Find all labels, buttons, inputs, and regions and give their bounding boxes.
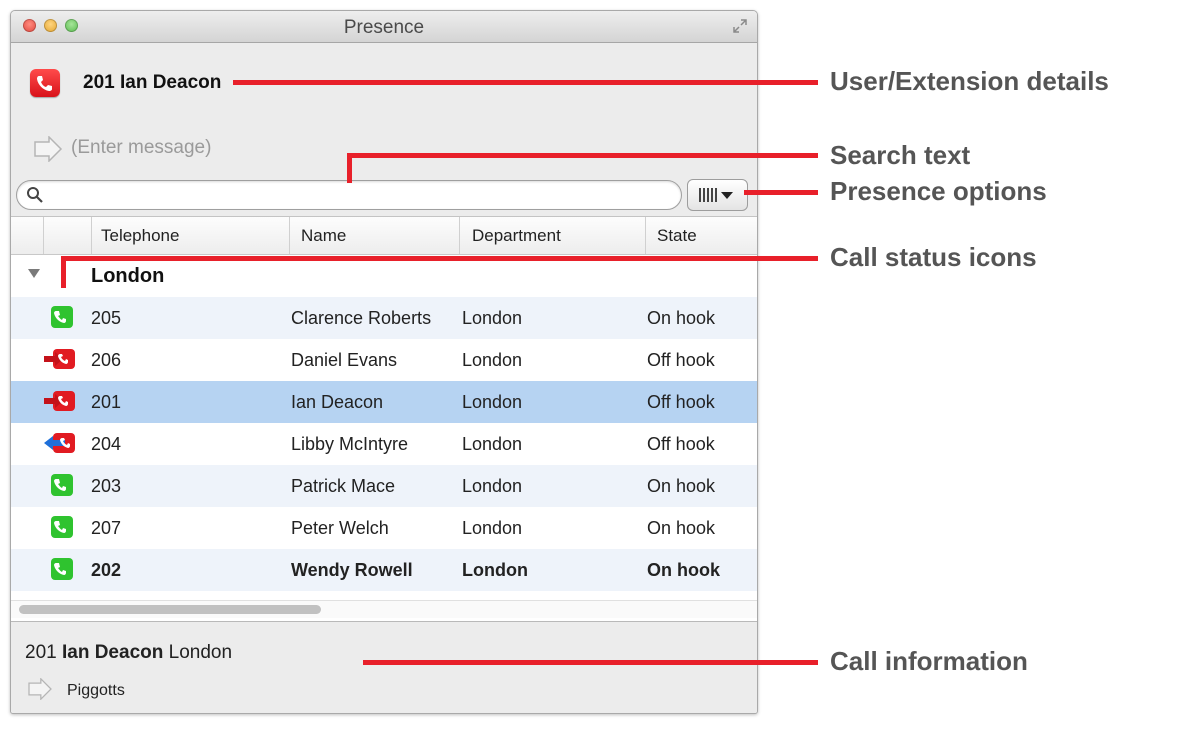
annotation-presence-options: Presence options	[830, 176, 1047, 206]
column-separator[interactable]	[43, 217, 44, 254]
annotation-line-call-information	[363, 660, 818, 665]
table-row[interactable]: 204 Libby McIntyre London Off hook	[11, 423, 757, 465]
green-phone-icon	[51, 558, 73, 580]
column-separator[interactable]	[91, 217, 92, 254]
cell-state: On hook	[647, 518, 716, 538]
cell-state: Off hook	[647, 434, 715, 454]
group-label: London	[91, 265, 165, 287]
table-row[interactable]: 206 Daniel Evans London Off hook	[11, 339, 757, 381]
annotation-line-user-details	[233, 80, 818, 85]
cell-telephone: 201	[91, 392, 122, 412]
cell-telephone: 205	[91, 308, 122, 328]
message-arrow-icon	[34, 136, 63, 162]
green-phone-icon	[51, 474, 73, 496]
window-title: Presence	[343, 17, 425, 38]
presence-window: Presence 201 Ian Deacon (Enter message)	[10, 10, 758, 714]
status-message-field[interactable]: (Enter message)	[71, 137, 211, 159]
cell-telephone: 202	[91, 560, 122, 580]
annotation-line-presence-options	[744, 190, 818, 195]
call-info-extension: 201	[25, 642, 57, 663]
cell-department: London	[462, 350, 523, 370]
call-info-location: London	[168, 642, 233, 663]
search-field[interactable]	[16, 180, 682, 210]
cell-telephone: 203	[91, 476, 122, 496]
table-row[interactable]: 205 Clarence Roberts London On hook	[11, 297, 757, 339]
column-separator[interactable]	[289, 217, 290, 254]
presence-table: Telephone Name Department State London 2…	[11, 216, 757, 622]
call-info-name: Ian Deacon	[61, 642, 164, 663]
call-info-message: Piggotts	[67, 682, 125, 699]
cell-department: London	[462, 392, 523, 412]
green-phone-icon	[51, 516, 73, 538]
red-outgoing-call-icon	[44, 349, 75, 369]
cell-department: London	[462, 308, 523, 328]
annotation-line-call-status	[61, 256, 818, 261]
header-state[interactable]: State	[657, 226, 697, 246]
blue-incoming-call-icon	[44, 433, 75, 453]
search-input[interactable]	[47, 184, 671, 206]
cell-name: Wendy Rowell	[291, 560, 413, 580]
header-name[interactable]: Name	[301, 226, 346, 246]
cell-name: Daniel Evans	[291, 350, 398, 370]
cell-telephone: 204	[91, 434, 122, 454]
cell-telephone: 206	[91, 350, 122, 370]
cell-department: London	[462, 518, 523, 538]
table-row[interactable]: 203 Patrick Mace London On hook	[11, 465, 757, 507]
table-row-selected[interactable]: 201 Ian Deacon London Off hook	[11, 381, 757, 423]
annotation-call-information: Call information	[830, 646, 1028, 676]
fullscreen-icon[interactable]	[733, 19, 747, 33]
cell-name: Libby McIntyre	[291, 434, 409, 454]
disclosure-triangle-icon[interactable]	[28, 269, 40, 278]
column-separator[interactable]	[459, 217, 460, 254]
call-information-panel: 201 Ian Deacon London Piggotts	[11, 621, 757, 713]
column-separator[interactable]	[645, 217, 646, 254]
table-row[interactable]: 207 Peter Welch London On hook	[11, 507, 757, 549]
cell-state: Off hook	[647, 350, 715, 370]
table-row[interactable]: 202 Wendy Rowell London On hook	[11, 549, 757, 591]
annotation-line-search-text	[347, 153, 818, 158]
cell-name: Peter Welch	[291, 518, 389, 538]
cell-state: On hook	[647, 308, 716, 328]
title-bar[interactable]: Presence	[11, 11, 757, 43]
horizontal-scrollbar[interactable]	[11, 600, 757, 618]
user-phone-status-icon	[30, 69, 60, 97]
cell-department: London	[462, 476, 523, 496]
cell-telephone: 207	[91, 518, 122, 538]
group-row-london[interactable]: London	[11, 255, 757, 297]
scrollbar-thumb[interactable]	[19, 605, 321, 614]
call-info-line: 201 Ian Deacon London	[25, 642, 232, 664]
cell-name: Patrick Mace	[291, 476, 396, 496]
header-telephone[interactable]: Telephone	[101, 226, 179, 246]
cell-name: Clarence Roberts	[291, 308, 432, 328]
columns-dropdown-icon	[699, 188, 733, 202]
search-icon	[27, 187, 43, 203]
header-department[interactable]: Department	[472, 226, 561, 246]
annotation-user-details: User/Extension details	[830, 66, 1109, 96]
message-arrow-icon	[28, 678, 52, 700]
table-header: Telephone Name Department State	[11, 217, 757, 255]
annotation-call-status-icons: Call status icons	[830, 242, 1037, 272]
presence-options-button[interactable]	[687, 179, 748, 211]
cell-department: London	[462, 560, 528, 580]
annotation-search-text: Search text	[830, 140, 971, 170]
cell-state: On hook	[647, 560, 720, 580]
red-outgoing-call-icon	[44, 391, 75, 411]
cell-name: Ian Deacon	[291, 392, 384, 412]
green-phone-icon	[51, 306, 73, 328]
cell-department: London	[462, 434, 523, 454]
user-extension-details: 201 Ian Deacon	[83, 72, 222, 93]
cell-state: On hook	[647, 476, 716, 496]
cell-state: Off hook	[647, 392, 715, 412]
